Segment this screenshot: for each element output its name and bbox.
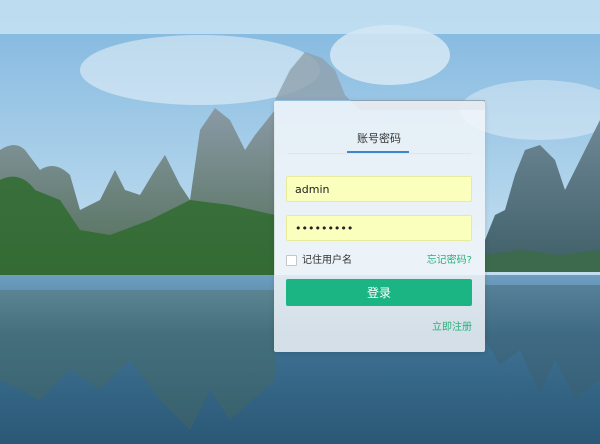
- username-input[interactable]: [286, 176, 472, 202]
- remember-checkbox[interactable]: [286, 255, 297, 266]
- forgot-password-link[interactable]: 忘记密码?: [427, 255, 472, 267]
- tab-account-password[interactable]: 账号密码: [346, 130, 412, 146]
- login-tabs: 账号密码: [274, 101, 485, 155]
- tab-divider: [288, 153, 471, 154]
- top-bar: [0, 0, 600, 34]
- register-link[interactable]: 立即注册: [432, 318, 472, 333]
- login-button[interactable]: 登录: [286, 279, 472, 306]
- password-input[interactable]: [286, 215, 472, 241]
- remember-row: 记住用户名 忘记密码?: [286, 255, 472, 269]
- remember-label: 记住用户名: [302, 255, 352, 266]
- login-card: 账号密码 记住用户名 忘记密码? 登录 立即注册: [274, 101, 485, 352]
